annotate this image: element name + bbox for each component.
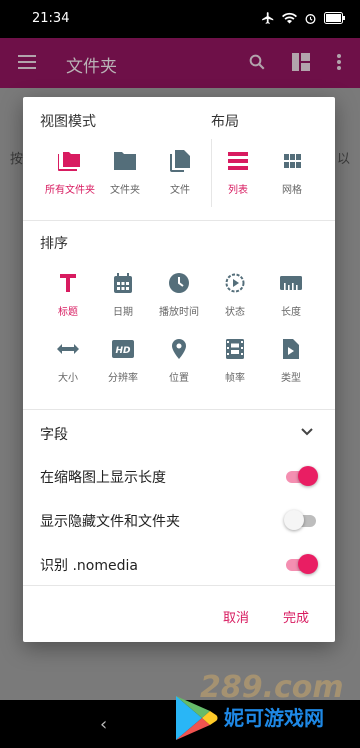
toggle-row-nomedia[interactable]: 识别 .nomedia: [23, 546, 335, 582]
sort-length-option[interactable]: 长度: [258, 269, 324, 318]
nomedia-switch[interactable]: [284, 554, 318, 574]
status-bar: 21:34: [0, 0, 360, 38]
airplane-icon: [262, 12, 274, 24]
app-title: 文件夹: [66, 57, 117, 77]
show-length-switch[interactable]: [284, 466, 318, 486]
chevron-down-icon: [301, 428, 313, 436]
location-icon: [172, 339, 186, 359]
cancel-button[interactable]: 取消: [223, 607, 249, 626]
layout-title: 布局: [211, 114, 239, 130]
calendar-icon: [114, 273, 132, 293]
back-nav-icon[interactable]: ‹: [100, 714, 107, 735]
fields-row[interactable]: 字段: [23, 415, 335, 451]
toggle-row-show-hidden[interactable]: 显示隐藏文件和文件夹: [23, 502, 335, 538]
sort-label: 长度: [281, 307, 301, 318]
files-icon: [170, 150, 190, 172]
toggle-label: 显示隐藏文件和文件夹: [40, 514, 180, 530]
search-icon[interactable]: [248, 53, 266, 71]
view-mode-files[interactable]: 文件: [147, 147, 213, 196]
sort-title: 排序: [40, 236, 68, 252]
background-text-right: 以: [336, 152, 350, 167]
divider: [23, 220, 335, 221]
toggle-label: 识别 .nomedia: [40, 558, 138, 574]
filetype-icon: [283, 339, 299, 359]
background-text-left: 按: [10, 152, 24, 167]
watermark-number: 289.com: [200, 670, 344, 705]
title-icon: [60, 274, 76, 292]
sort-label: 类型: [281, 373, 301, 384]
battery-icon: [324, 12, 345, 24]
divider: [23, 409, 335, 410]
svg-text:HD: HD: [115, 346, 131, 356]
show-hidden-switch[interactable]: [284, 510, 318, 530]
grid-icon: [283, 154, 301, 168]
size-icon: [57, 344, 79, 354]
layout-grid[interactable]: 网格: [259, 147, 325, 196]
list-icon: [228, 152, 248, 170]
play-store-icon: [176, 696, 218, 740]
watermark: 289.com 妮可游戏网: [168, 670, 360, 748]
menu-icon[interactable]: [18, 54, 36, 70]
layout-label: 网格: [282, 185, 302, 196]
view-options-dialog: 视图模式 布局 所有文件夹 文件夹 文件 列表 网格 排序 标题 日期 播放时间…: [23, 97, 335, 642]
status-time: 21:34: [32, 11, 70, 26]
layout-icon[interactable]: [292, 53, 310, 71]
folders-icon: [58, 152, 80, 171]
hd-icon: HD: [112, 340, 134, 358]
watermark-text: 妮可游戏网: [224, 706, 324, 730]
app-bar: 文件夹: [0, 38, 360, 88]
status-icon: [225, 273, 245, 293]
status-icons: [261, 11, 346, 25]
alarm-icon: [305, 13, 316, 24]
view-mode-label: 文件: [170, 185, 190, 196]
done-button[interactable]: 完成: [283, 607, 309, 626]
more-icon[interactable]: [336, 53, 342, 71]
toggle-label: 在缩略图上显示长度: [40, 470, 166, 486]
wifi-icon: [282, 12, 297, 23]
sort-type-option[interactable]: 类型: [258, 335, 324, 384]
view-mode-title: 视图模式: [40, 114, 96, 130]
folder-icon: [114, 152, 136, 170]
ruler-icon: [280, 276, 302, 290]
clock-icon: [169, 273, 189, 293]
fields-label: 字段: [40, 427, 68, 443]
divider: [23, 585, 335, 586]
toggle-row-show-length[interactable]: 在缩略图上显示长度: [23, 458, 335, 494]
framerate-icon: [226, 339, 244, 359]
